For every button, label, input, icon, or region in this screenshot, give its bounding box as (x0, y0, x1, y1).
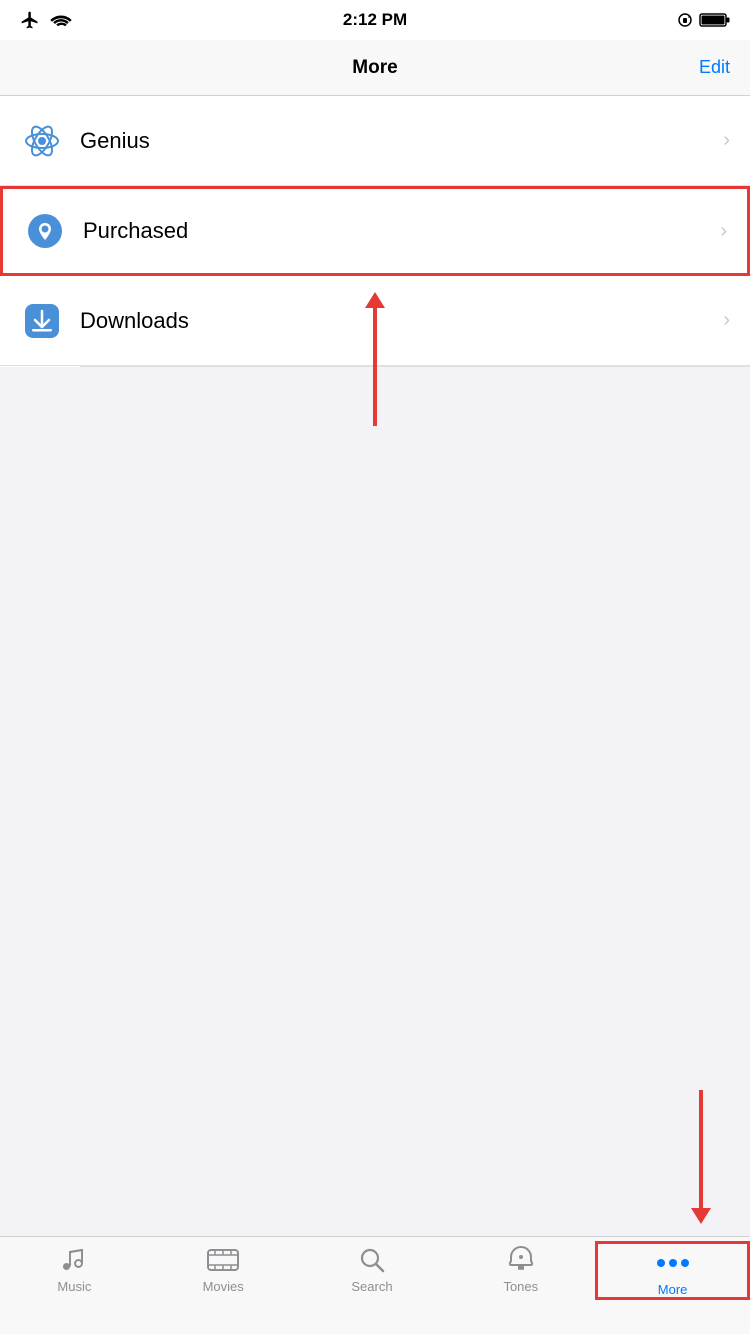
downloads-label: Downloads (80, 308, 723, 334)
arrow-down-annotation (699, 1090, 703, 1210)
search-tab-icon (354, 1245, 390, 1275)
tab-music[interactable]: Music (0, 1245, 149, 1294)
arrow-up-annotation (373, 306, 377, 426)
tones-icon (507, 1245, 535, 1275)
purchased-row[interactable]: Purchased › (0, 186, 750, 276)
status-bar: 2:12 PM (0, 0, 750, 40)
movies-tab-icon (205, 1245, 241, 1275)
more-tab-label: More (658, 1282, 688, 1297)
genius-svg-icon (23, 122, 61, 160)
purchased-svg-icon (27, 213, 63, 249)
downloads-chevron: › (723, 309, 730, 332)
downloads-icon (20, 299, 64, 343)
genius-row[interactable]: Genius › (0, 96, 750, 186)
music-tab-icon (56, 1245, 92, 1275)
tab-search[interactable]: Search (298, 1245, 447, 1294)
tab-more[interactable]: More (595, 1241, 750, 1300)
music-icon (60, 1246, 88, 1274)
tab-movies[interactable]: Movies (149, 1245, 298, 1294)
battery-icon (700, 12, 730, 28)
search-tab-label: Search (351, 1279, 392, 1294)
tones-tab-icon (503, 1245, 539, 1275)
wifi-icon (50, 12, 72, 28)
movies-tab-label: Movies (203, 1279, 244, 1294)
more-tab-icon (655, 1248, 691, 1278)
rotation-lock-icon (678, 12, 692, 28)
purchased-label: Purchased (83, 218, 720, 244)
purchased-icon (23, 209, 67, 253)
nav-bar: More Edit (0, 40, 750, 96)
list-separator (80, 366, 750, 367)
movies-icon (207, 1247, 239, 1273)
edit-button[interactable]: Edit (699, 57, 730, 78)
downloads-svg-icon (24, 303, 60, 339)
tab-tones[interactable]: Tones (446, 1245, 595, 1294)
genius-label: Genius (80, 128, 723, 154)
genius-icon (20, 119, 64, 163)
tab-bar: Music Movies Search (0, 1236, 750, 1334)
more-icon (655, 1257, 691, 1269)
status-right-icons (678, 12, 730, 28)
music-tab-label: Music (57, 1279, 91, 1294)
genius-chevron: › (723, 129, 730, 152)
purchased-chevron: › (720, 220, 727, 243)
status-time: 2:12 PM (343, 10, 407, 30)
page-title: More (352, 57, 397, 79)
status-left-icons (20, 10, 72, 30)
airplane-icon (20, 10, 40, 30)
tones-tab-label: Tones (503, 1279, 538, 1294)
search-icon (358, 1246, 386, 1274)
